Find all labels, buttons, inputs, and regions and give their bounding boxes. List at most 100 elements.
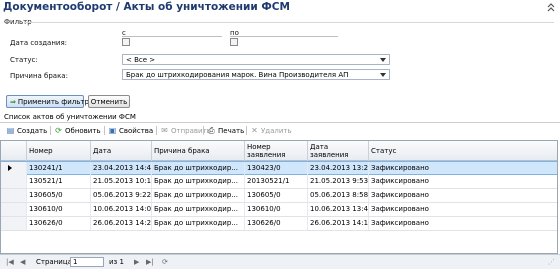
table-row[interactable]: 130521/1 21.05.2013 10:13 Брак до штрихк… — [1, 175, 557, 189]
header-indicator — [1, 141, 27, 161]
table-cell: 20130521/1 — [245, 175, 308, 188]
table-cell: Зафиксировано — [371, 164, 429, 172]
apply-filter-button[interactable]: ⇒ Применить фильтр — [6, 95, 89, 108]
table-cell: 26.06.2013 14:16 — [308, 217, 369, 230]
table-cell: 130626/0 — [27, 217, 91, 230]
table-row[interactable]: 130241/1 23.04.2013 14:46 Брак до штрихк… — [1, 161, 557, 175]
column-header[interactable]: Статус — [369, 141, 557, 161]
row-indicator — [1, 175, 27, 188]
table-cell: 26.06.2013 14:28 — [91, 217, 152, 230]
row-indicator — [1, 189, 27, 202]
refresh-icon[interactable]: ⟳ — [162, 257, 168, 267]
title-bar: Документооборот / Акты об уничтожении ФС… — [0, 0, 560, 16]
print-button[interactable]: ⎙ Печать — [207, 124, 244, 137]
apply-icon: ⇒ — [10, 97, 16, 106]
table-cell: 130423/0 — [245, 162, 308, 175]
apply-filter-label: Применить фильтр — [17, 97, 89, 106]
page-number-input[interactable]: 1 — [70, 257, 104, 267]
row-indicator — [1, 162, 27, 175]
column-header[interactable]: Дата — [91, 141, 152, 161]
table-cell: 10.06.2013 14:05 — [91, 203, 152, 216]
table-cell: 23.04.2013 14:46 — [91, 162, 152, 175]
toolbar-separator — [156, 126, 157, 135]
column-header[interactable]: Причина брака — [152, 141, 245, 161]
chevron-down-icon[interactable] — [380, 58, 386, 62]
print-label: Печать — [218, 126, 245, 135]
table-row[interactable]: 130605/0 05.06.2013 9:22 Брак до штрихко… — [1, 189, 557, 203]
delete-icon: ✕ — [251, 126, 258, 135]
column-header[interactable]: Номер — [27, 141, 91, 161]
table-cell: 130521/1 — [27, 175, 91, 188]
table-cell: Брак до штрихкодир... — [152, 175, 245, 188]
page-label: Страница — [36, 258, 72, 266]
date-from-field[interactable] — [122, 36, 222, 37]
list-toolbar: ▤ Создать ⟳ Обновить ▣ Свойства ✉ Отправ… — [0, 124, 560, 137]
prev-page-icon[interactable]: ◀ — [20, 257, 25, 267]
pager-bar: |◀ ◀ Страница 1 из 1 ▶ ▶| ⟳ ⋰ — [0, 254, 560, 269]
reason-select[interactable]: Брак до штрихкодирования марок. Вина Про… — [122, 69, 390, 80]
refresh-icon: ⟳ — [55, 126, 62, 135]
table-cell: Брак до штрихкодир... — [152, 217, 245, 230]
cancel-filter-button[interactable]: Отменить — [88, 95, 130, 108]
column-header[interactable]: Номер заявления — [245, 141, 308, 161]
status-select[interactable]: < Все > — [122, 54, 390, 65]
toolbar-separator — [50, 126, 51, 135]
date-from-checkbox[interactable] — [122, 38, 130, 46]
page-count-label: из 1 — [109, 258, 124, 266]
document-new-icon: ▤ — [6, 126, 15, 135]
table-cell: Зафиксировано — [371, 219, 429, 227]
date-to-checkbox[interactable] — [230, 38, 238, 46]
table-header: Номер Дата Причина брака Номер заявления… — [1, 141, 557, 161]
filter-divider — [24, 22, 554, 23]
row-indicator — [1, 203, 27, 216]
chevron-down-icon[interactable] — [380, 73, 386, 77]
column-header[interactable]: Дата заявления — [308, 141, 369, 161]
status-label: Статус: — [10, 56, 38, 64]
list-title: Список актов об уничтожении ФСМ — [4, 113, 136, 121]
table-cell: Зафиксировано — [371, 191, 429, 199]
create-button[interactable]: ▤ Создать — [6, 124, 48, 137]
created-date-label: Дата создания: — [10, 39, 68, 47]
table-cell: 10.06.2013 13:47 — [308, 203, 369, 216]
properties-label: Свойства — [119, 126, 154, 135]
resize-grip-icon[interactable]: ⋰ — [548, 257, 555, 267]
table-cell: 130626/0 — [245, 217, 308, 230]
table-row[interactable]: 130626/0 26.06.2013 14:28 Брак до штрихк… — [1, 217, 557, 231]
properties-icon: ▣ — [108, 126, 117, 135]
table-cell: 05.06.2013 9:22 — [91, 189, 152, 202]
table-cell: Зафиксировано — [371, 205, 429, 213]
page-title: Документооборот / Акты об уничтожении ФС… — [3, 1, 290, 13]
delete-button[interactable]: ✕ Удалить — [250, 124, 291, 137]
reason-label: Причина брака: — [10, 72, 68, 80]
table-cell: 130605/0 — [27, 189, 91, 202]
collapse-icon[interactable] — [546, 3, 556, 13]
next-page-icon[interactable]: ▶ — [134, 257, 139, 267]
toolbar-separator — [203, 126, 204, 135]
table-cell: 05.06.2013 8:58 — [308, 189, 369, 202]
table-cell: Брак до штрихкодир... — [152, 203, 245, 216]
row-indicator — [1, 217, 27, 230]
status-select-value: < Все > — [126, 56, 156, 64]
send-icon: ✉ — [161, 126, 168, 135]
table-row[interactable]: 130610/0 10.06.2013 14:05 Брак до штрихк… — [1, 203, 557, 217]
last-page-icon[interactable]: ▶| — [146, 257, 154, 267]
refresh-button[interactable]: ⟳ Обновить — [54, 124, 101, 137]
list-divider — [0, 122, 560, 123]
table-cell: 130605/0 — [245, 189, 308, 202]
table-cell: 21.05.2013 9:53 — [308, 175, 369, 188]
properties-button[interactable]: ▣ Свойства — [108, 124, 153, 137]
toolbar-separator — [104, 126, 105, 135]
table-cell: 21.05.2013 10:13 — [91, 175, 152, 188]
table-cell: Зафиксировано — [371, 177, 429, 185]
table-cell: 23.04.2013 13:21 — [308, 162, 369, 175]
refresh-label: Обновить — [65, 126, 101, 135]
reason-select-value: Брак до штрихкодирования марок. Вина Про… — [126, 71, 349, 79]
first-page-icon[interactable]: |◀ — [6, 257, 14, 267]
table-cell: 130610/0 — [27, 203, 91, 216]
table-cell: 130241/1 — [27, 162, 91, 175]
printer-icon: ⎙ — [208, 126, 215, 135]
cancel-filter-label: Отменить — [90, 97, 128, 106]
date-to-field[interactable] — [230, 36, 338, 37]
table-cell: 130610/0 — [245, 203, 308, 216]
table-cell: Брак до штрихкодир... — [152, 189, 245, 202]
